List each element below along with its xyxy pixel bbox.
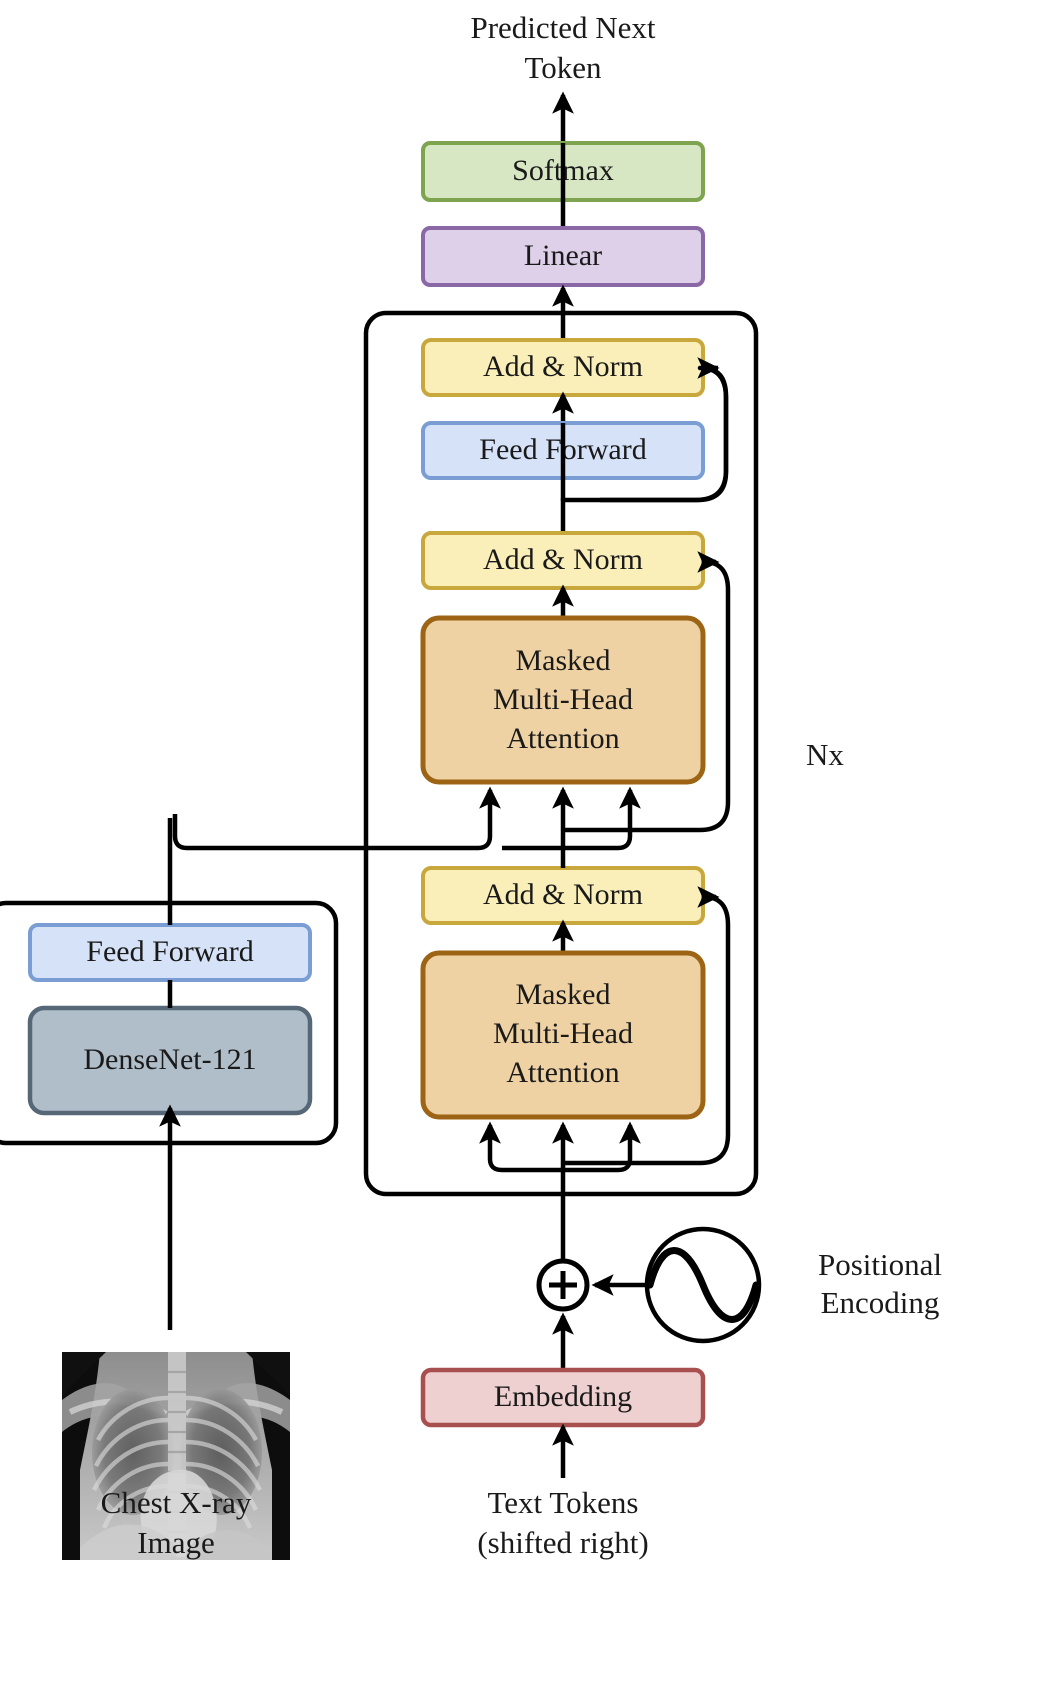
encoder-feed-forward-label: Feed Forward [86,935,253,968]
chest-xray-caption-line1: Chest X-ray [101,1485,252,1520]
encoder-bus-to-cross-attention-left [172,812,493,851]
linear-label: Linear [524,239,602,272]
embedding-label: Embedding [494,1380,632,1413]
add-norm-top-label: Add & Norm [483,350,643,383]
cross-attention-label-line1: Masked [516,644,611,677]
densenet-label: DenseNet-121 [83,1043,256,1076]
predicted-next-token-label-line1: Predicted Next [470,10,655,45]
predicted-next-token-label-line2: Token [524,50,602,85]
text-tokens-caption-line1: Text Tokens [488,1485,639,1520]
self-attention-label-line3: Attention [506,1056,619,1089]
positional-encoding-label-line1: Positional [818,1247,942,1282]
text-tokens-caption-line2: (shifted right) [477,1525,648,1560]
self-attention-qkv-bus [487,1147,633,1173]
positional-encoding-label-line2: Encoding [821,1285,940,1320]
add-norm-bottom-label: Add & Norm [483,878,643,911]
self-attention-label-line1: Masked [516,978,611,1011]
chest-xray-caption-line2: Image [137,1525,214,1560]
self-attention-label-line2: Multi-Head [493,1017,633,1050]
cross-attention-label-line3: Attention [506,722,619,755]
diagram-canvas: Predicted Next Token Softmax Linear Nx A… [0,10,942,1560]
nx-repeat-label: Nx [806,737,844,772]
add-norm-mid-label: Add & Norm [483,543,643,576]
cross-attention-label-line2: Multi-Head [493,683,633,716]
architecture-diagram: Predicted Next Token Softmax Linear Nx A… [0,0,1058,1687]
